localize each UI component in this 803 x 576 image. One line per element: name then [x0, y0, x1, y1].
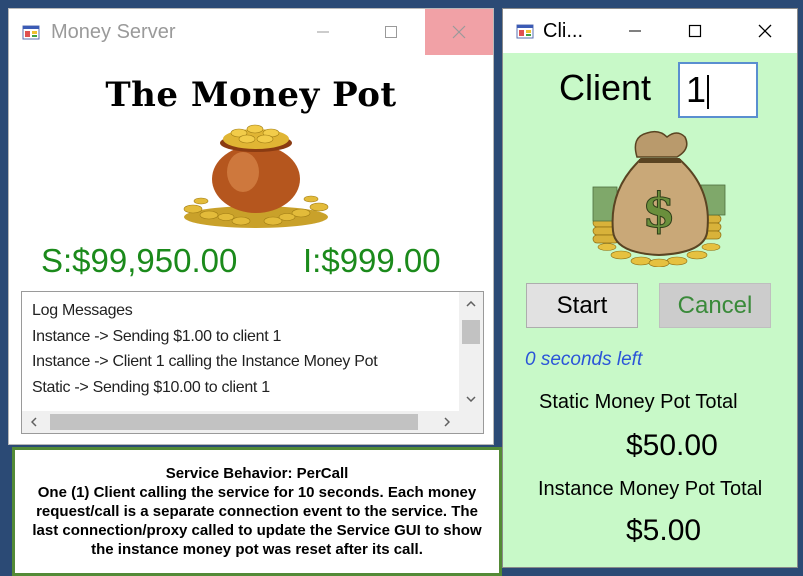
start-button[interactable]: Start [526, 283, 638, 328]
money-server-window: Money Server The Money Pot S:$99,950.00 … [8, 8, 494, 445]
text-caret [707, 75, 710, 110]
server-titlebar[interactable]: Money Server [9, 9, 493, 55]
scroll-up-icon[interactable] [459, 292, 483, 316]
instance-amount: I:$999.00 [303, 242, 441, 279]
client-window: Cli... Client 1 $ Start Cancel 0 seconds… [502, 8, 798, 568]
scroll-right-icon[interactable] [435, 411, 459, 433]
log-line: Instance -> Sending $1.00 to client 1 [32, 327, 282, 345]
log-line: Static -> Sending $10.00 to client 1 [32, 378, 270, 396]
maximize-icon [688, 24, 702, 38]
caption-box: Service Behavior: PerCall One (1) Client… [12, 447, 502, 576]
app-icon [516, 24, 534, 39]
scroll-left-icon[interactable] [22, 411, 46, 433]
vertical-scrollbar[interactable] [459, 292, 483, 411]
minimize-button[interactable] [603, 9, 667, 53]
money-pot-heading: The Money Pot [105, 75, 397, 115]
close-button[interactable] [733, 9, 797, 53]
minimize-icon [629, 30, 641, 32]
money-pot-image [183, 124, 329, 228]
client-number-value: 1 [686, 69, 707, 110]
instance-total-label: Instance Money Pot Total [538, 478, 763, 500]
svg-text:$: $ [642, 183, 675, 239]
instance-total-value: $5.00 [626, 514, 702, 547]
caption-title: Service Behavior: PerCall [165, 465, 349, 482]
scroll-down-icon[interactable] [459, 387, 483, 411]
vertical-scroll-thumb[interactable] [462, 320, 480, 344]
money-bag-image: $ [592, 130, 726, 267]
minimize-icon [317, 31, 329, 33]
minimize-button[interactable] [289, 9, 357, 55]
window-title: Cli... [543, 20, 583, 42]
scrollbar-corner [459, 411, 483, 433]
log-line: Log Messages [32, 302, 133, 319]
static-amount: S:$99,950.00 [41, 242, 238, 279]
client-number-input[interactable]: 1 [678, 62, 758, 118]
horizontal-scroll-thumb[interactable] [50, 414, 418, 430]
maximize-button[interactable] [357, 9, 425, 55]
maximize-button[interactable] [663, 9, 727, 53]
horizontal-scrollbar[interactable] [22, 411, 459, 433]
app-icon [22, 25, 40, 40]
close-icon [758, 24, 772, 38]
window-title: Money Server [51, 21, 176, 43]
close-button[interactable] [425, 9, 493, 55]
client-titlebar[interactable]: Cli... [503, 9, 797, 53]
static-total-label: Static Money Pot Total [539, 391, 738, 413]
client-label: Client [559, 67, 652, 108]
close-icon [452, 25, 466, 39]
maximize-icon [385, 26, 397, 38]
log-messages-list[interactable]: Log Messages Instance -> Sending $1.00 t… [21, 291, 484, 434]
caption-body: One (1) Client calling the service for 1… [32, 484, 482, 558]
static-total-value: $50.00 [626, 429, 718, 462]
log-line: Instance -> Client 1 calling the Instanc… [32, 353, 378, 370]
cancel-button[interactable]: Cancel [659, 283, 771, 328]
seconds-left-status: 0 seconds left [525, 349, 643, 370]
